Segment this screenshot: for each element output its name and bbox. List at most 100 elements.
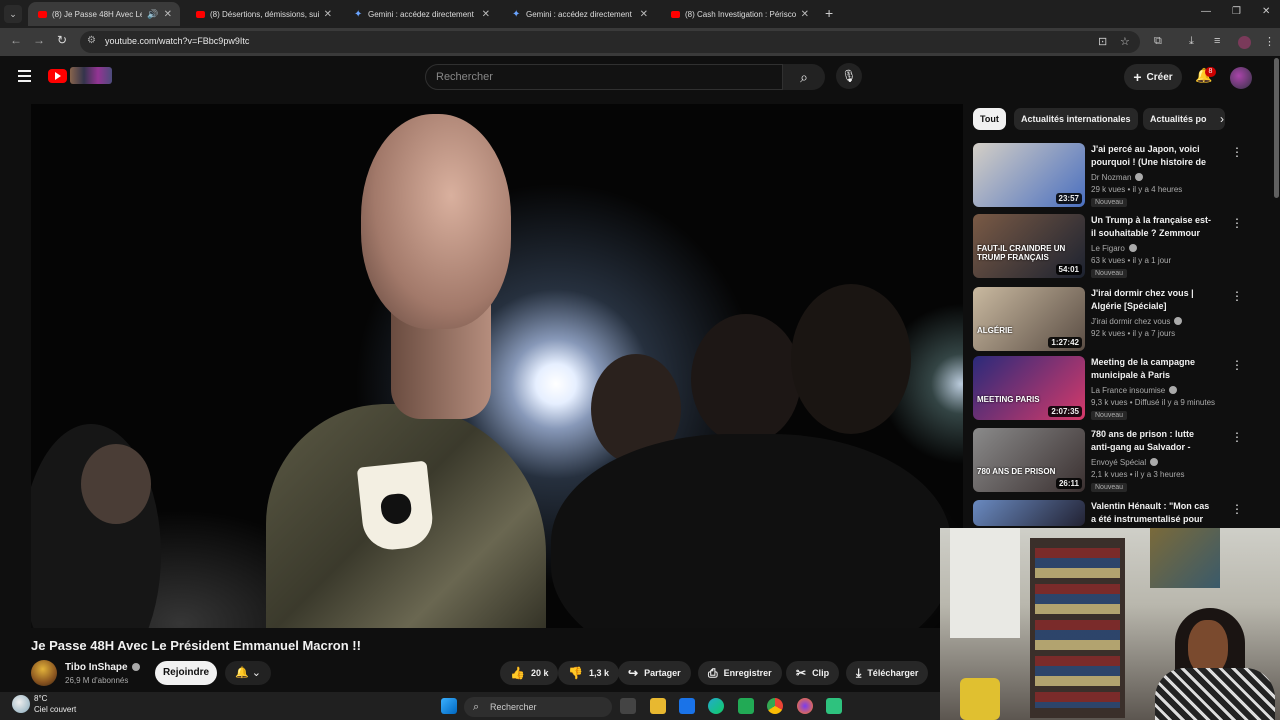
more-options-icon[interactable]: ⋮ (1231, 289, 1243, 303)
new-badge: Nouveau (1091, 483, 1128, 492)
minimize-icon[interactable]: — (1201, 6, 1211, 17)
weather-icon[interactable] (12, 695, 30, 713)
close-tab-icon[interactable]: ✕ (801, 9, 809, 20)
back-icon[interactable]: ← (10, 33, 22, 47)
recommendation-channel[interactable]: Le Figaro (1091, 244, 1137, 253)
video-thumbnail[interactable]: 23:57 (973, 143, 1085, 207)
video-duration: 1:27:42 (1048, 337, 1082, 348)
video-thumbnail[interactable]: 780 ANS DE PRISON 26:11 (973, 428, 1085, 492)
more-options-icon[interactable]: ⋮ (1231, 216, 1243, 230)
download-button[interactable]: ⤓ Télécharger (846, 661, 929, 685)
video-duration: 23:57 (1055, 193, 1082, 204)
recommendation-title[interactable]: J'ai percé au Japon, voici pourquoi ! (U… (1091, 143, 1213, 169)
join-button[interactable]: Rejoindre (155, 661, 217, 685)
chevron-right-icon[interactable]: › (1220, 112, 1224, 126)
scissors-icon: ✂ (796, 666, 807, 680)
create-button[interactable]: + Créer (1124, 64, 1182, 90)
recommendation-title[interactable]: Meeting de la campagne municipale à Pari… (1091, 356, 1213, 382)
browser-tab-3[interactable]: ✦ Gemini : accédez directement ✕ (502, 2, 656, 26)
verified-icon (1174, 317, 1183, 325)
page-scrollbar[interactable] (1274, 58, 1279, 198)
taskbar-search[interactable]: Rechercher (464, 697, 612, 717)
app-icon[interactable] (826, 698, 842, 714)
browser-tab-1[interactable]: (8) Désertions, démissions, suic ✕ (186, 2, 340, 26)
recommendation-channel-name: Le Figaro (1091, 244, 1125, 253)
reading-list-icon[interactable]: ≡ (1214, 35, 1220, 47)
recommendation-channel[interactable]: Envoyé Spécial (1091, 458, 1159, 467)
video-thumbnail[interactable]: ALGÉRIE 1:27:42 (973, 287, 1085, 351)
chip-all[interactable]: Tout (973, 108, 1006, 130)
video-thumbnail[interactable]: MEETING PARIS 2:07:35 (973, 356, 1085, 420)
recommendation-title[interactable]: 780 ans de prison : lutte anti-gang au S… (1091, 428, 1213, 454)
thumbs-down-icon: 👎 (568, 666, 583, 680)
edge-icon[interactable] (708, 698, 724, 714)
chrome-icon[interactable] (767, 698, 783, 714)
dislike-button[interactable]: 👎 1,3 k (558, 661, 619, 685)
video-player[interactable]: TI (31, 104, 963, 628)
recommendation-card[interactable]: ALGÉRIE 1:27:42 J'irai dormir chez vous | … (973, 287, 1243, 353)
profile-avatar-icon[interactable] (1238, 36, 1251, 49)
search-button[interactable]: ⌕ (783, 64, 825, 90)
more-options-icon[interactable]: ⋮ (1231, 145, 1243, 159)
clip-button[interactable]: ✂ Clip (786, 661, 840, 685)
maximize-icon[interactable]: ❐ (1232, 6, 1241, 17)
firefox-icon[interactable] (797, 698, 813, 714)
recommendation-channel[interactable]: J'irai dormir chez vous (1091, 317, 1183, 326)
tab-search-dropdown-icon[interactable]: ⌄ (4, 5, 22, 23)
close-tab-icon[interactable]: ✕ (164, 9, 172, 20)
youtube-logo-icon[interactable] (48, 69, 67, 83)
close-window-icon[interactable]: ✕ (1262, 6, 1270, 17)
address-bar[interactable]: ⚙ youtube.com/watch?v=FBbc9pw9Itc ⊡ ☆ (80, 31, 1140, 53)
more-options-icon[interactable]: ⋮ (1231, 502, 1243, 516)
store-icon[interactable] (738, 698, 754, 714)
word-icon[interactable] (679, 698, 695, 714)
file-explorer-icon[interactable] (650, 698, 666, 714)
reload-icon[interactable]: ↻ (57, 33, 67, 47)
bookmark-star-icon[interactable]: ☆ (1120, 35, 1130, 48)
recommendation-title[interactable]: Valentin Hénault : "Mon cas a été instru… (1091, 500, 1213, 526)
close-tab-icon[interactable]: ✕ (482, 9, 490, 20)
account-avatar[interactable] (1230, 67, 1252, 89)
chip-international-news[interactable]: Actualités internationales (1014, 108, 1138, 130)
new-tab-icon[interactable]: + (825, 5, 833, 21)
youtube-doodle[interactable] (70, 67, 112, 84)
recommendation-title[interactable]: Un Trump à la française est-il souhaitab… (1091, 214, 1213, 240)
more-options-icon[interactable]: ⋮ (1231, 358, 1243, 372)
video-thumbnail[interactable]: FAUT-IL CRAINDRE UN TRUMP FRANÇAIS 54:01 (973, 214, 1085, 278)
recommendation-card[interactable]: Valentin Hénault : "Mon cas a été instru… (973, 500, 1243, 526)
subscription-bell-button[interactable]: 🔔 ⌄ (225, 661, 271, 685)
channel-avatar[interactable] (31, 660, 57, 686)
channel-name[interactable]: Tibo InShape (65, 662, 140, 673)
site-info-icon[interactable]: ⚙ (87, 35, 96, 46)
recommendation-card[interactable]: MEETING PARIS 2:07:35 Meeting de la campag… (973, 356, 1243, 422)
recommendation-channel[interactable]: La France insoumise (1091, 386, 1178, 395)
browser-tab-2[interactable]: ✦ Gemini : accédez directement ✕ (344, 2, 498, 26)
chip-politics[interactable]: Actualités po (1143, 108, 1225, 130)
close-tab-icon[interactable]: ✕ (324, 9, 332, 20)
microphone-icon[interactable]: 🎙 (836, 63, 862, 89)
search-input[interactable]: Rechercher (425, 64, 783, 90)
browser-menu-icon[interactable]: ⋮ (1264, 35, 1275, 48)
speaker-icon[interactable]: 🔊 (147, 9, 158, 20)
downloads-icon[interactable]: ⤓ (1189, 35, 1194, 48)
like-button[interactable]: 👍 20 k (500, 661, 559, 685)
browser-tab-4[interactable]: (8) Cash Investigation : Périscol ✕ (661, 2, 817, 26)
install-app-icon[interactable]: ⊡ (1098, 35, 1107, 48)
recommendation-card[interactable]: 780 ANS DE PRISON 26:11 780 ans de prison … (973, 428, 1243, 494)
recommendation-card[interactable]: FAUT-IL CRAINDRE UN TRUMP FRANÇAIS 54:01 U… (973, 214, 1243, 280)
windows-taskbar: 8°C Ciel couvert Rechercher (0, 692, 940, 720)
recommendation-title[interactable]: J'irai dormir chez vous | Algérie [Spéci… (1091, 287, 1213, 313)
recommendation-card[interactable]: 23:57 J'ai percé au Japon, voici pourquoi… (973, 143, 1243, 209)
video-thumbnail[interactable] (973, 500, 1085, 526)
windows-start-icon[interactable] (441, 698, 457, 714)
forward-icon[interactable]: → (33, 33, 45, 47)
close-tab-icon[interactable]: ✕ (640, 9, 648, 20)
extensions-icon[interactable]: ⧉ (1154, 35, 1162, 48)
share-button[interactable]: ↪ Partager (618, 661, 691, 685)
more-options-icon[interactable]: ⋮ (1231, 430, 1243, 444)
hamburger-menu-icon[interactable] (18, 70, 31, 82)
browser-tab-0[interactable]: (8) Je Passe 48H Avec Le Pr 🔊 ✕ (28, 2, 180, 26)
task-view-icon[interactable] (620, 698, 636, 714)
save-button[interactable]: ⎙ Enregistrer (698, 661, 782, 685)
recommendation-channel[interactable]: Dr Nozman (1091, 173, 1144, 182)
